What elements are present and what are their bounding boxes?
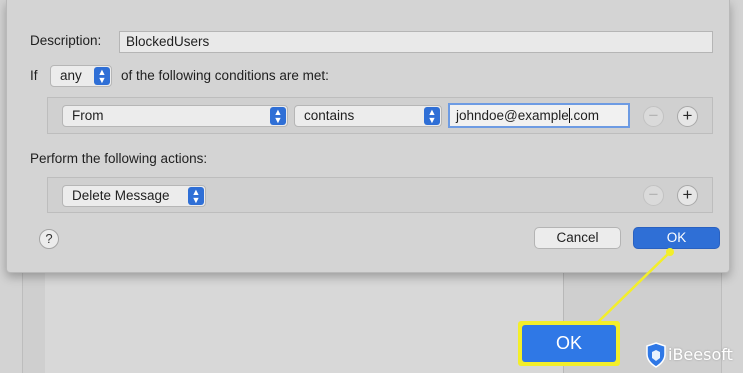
action-row: Delete Message ▲ ▼ − + [47, 177, 713, 213]
popup-stepper-icon: ▲ ▼ [270, 107, 286, 125]
description-label: Description: [30, 33, 102, 48]
actions-label: Perform the following actions: [30, 151, 208, 166]
quantifier-popup[interactable]: any ▲ ▼ [50, 65, 112, 87]
ok-callout-button: OK [522, 325, 616, 362]
plus-icon: + [682, 106, 693, 125]
add-condition-button[interactable]: + [677, 106, 698, 127]
action-popup[interactable]: Delete Message ▲ ▼ [62, 185, 206, 207]
description-value: BlockedUsers [126, 34, 210, 49]
condition-operator-value: contains [304, 108, 355, 123]
action-value: Delete Message [72, 188, 170, 203]
popup-stepper-icon: ▲ ▼ [188, 187, 204, 205]
plus-icon: + [682, 185, 693, 204]
conditions-label: of the following conditions are met: [121, 68, 329, 83]
minus-icon: − [648, 185, 659, 204]
condition-value-field[interactable]: johndoe@example.com [448, 103, 630, 128]
minus-icon: − [648, 106, 659, 125]
condition-field-value: From [72, 108, 104, 123]
add-action-button[interactable]: + [677, 185, 698, 206]
popup-stepper-icon: ▲ ▼ [424, 107, 440, 125]
ok-button[interactable]: OK [633, 227, 720, 249]
help-icon: ? [45, 231, 53, 246]
help-button[interactable]: ? [39, 229, 59, 249]
condition-field-popup[interactable]: From ▲ ▼ [62, 105, 288, 127]
description-field[interactable]: BlockedUsers [119, 31, 713, 53]
ibeesoft-logo: iBeesoft [646, 340, 743, 370]
condition-row: From ▲ ▼ contains ▲ ▼ johndoe@example.com … [47, 97, 713, 134]
if-label: If [30, 68, 38, 83]
shield-icon [646, 342, 666, 368]
remove-condition-button[interactable]: − [643, 106, 664, 127]
watermark-text: iBeesoft [668, 345, 733, 364]
ok-callout-highlight: OK [518, 321, 620, 366]
remove-action-button[interactable]: − [643, 185, 664, 206]
rule-sheet: Description: BlockedUsers If any ▲ ▼ of t… [6, 0, 730, 273]
cancel-button[interactable]: Cancel [534, 227, 621, 249]
condition-operator-popup[interactable]: contains ▲ ▼ [294, 105, 442, 127]
condition-value-text-end: .com [569, 108, 600, 123]
quantifier-value: any [60, 68, 82, 83]
popup-stepper-icon: ▲ ▼ [94, 67, 110, 85]
condition-value-text-start: johndoe@example [456, 108, 569, 123]
